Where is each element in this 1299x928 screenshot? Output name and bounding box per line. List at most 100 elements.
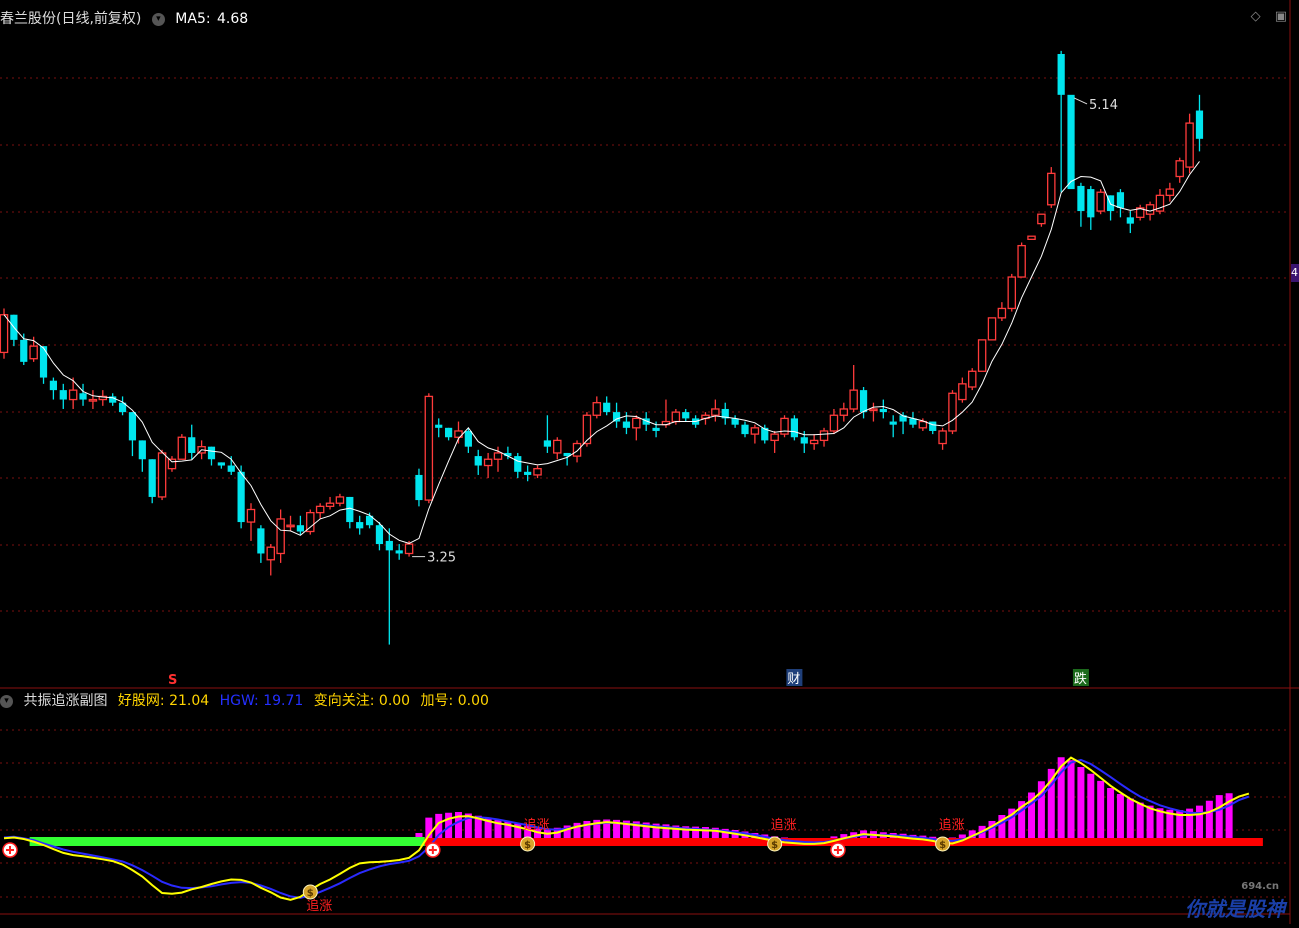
candle-body-44	[435, 424, 443, 428]
candle-55	[543, 415, 551, 453]
candle-body-36	[356, 522, 364, 529]
candle-60	[592, 396, 602, 419]
candle-30	[296, 515, 304, 535]
candle-body-97	[958, 383, 967, 401]
candle-body-49	[483, 458, 493, 467]
histogram-bar-112	[1107, 788, 1115, 842]
candle-57	[563, 452, 571, 466]
candle-body-72	[711, 408, 720, 416]
candle-body-86	[849, 389, 858, 410]
candle-26	[257, 525, 265, 563]
candle-54	[533, 465, 542, 479]
candle-113	[1116, 189, 1125, 218]
candle-18	[177, 434, 187, 460]
watermark-text: 你就是股神	[1185, 897, 1285, 921]
sub-item-1-value: 19.71	[263, 693, 304, 709]
candle-117	[1155, 189, 1165, 215]
candle-body-43	[424, 395, 434, 501]
candle-84	[829, 408, 839, 435]
candle-body-53	[524, 471, 532, 475]
candle-body-69	[682, 412, 690, 419]
candle-body-25	[246, 508, 256, 523]
candle-10	[98, 390, 108, 406]
candle-96	[948, 390, 957, 435]
candle-13	[128, 412, 137, 457]
candle-56	[553, 437, 562, 460]
candle-78	[770, 430, 779, 453]
candle-82	[809, 434, 819, 450]
candle-body-7	[68, 389, 78, 401]
candle-72	[711, 399, 720, 422]
candle-body-101	[997, 307, 1007, 319]
side-price-tag: 4	[1291, 264, 1299, 282]
diamond-icon[interactable]: ◇	[1251, 9, 1261, 24]
watermark-logo: 694.cn 你就是股神	[1185, 881, 1285, 922]
candle-body-87	[859, 390, 868, 413]
candle-7	[68, 377, 78, 409]
candle-body-68	[671, 411, 681, 423]
sub-item-1-label: HGW:	[219, 693, 259, 709]
candle-body-76	[750, 427, 760, 435]
candle-body-54	[533, 468, 542, 476]
candle-90	[889, 415, 897, 438]
candle-98	[967, 368, 977, 391]
candle-body-63	[622, 421, 631, 428]
candle-body-90	[889, 421, 897, 425]
moneybag-symbol-2: $	[771, 840, 778, 851]
histogram-bar-121	[1195, 805, 1203, 842]
candle-body-84	[829, 414, 839, 432]
candle-body-103	[1017, 244, 1026, 278]
chart-canvas[interactable]: 5.143.25S 财跌$追涨$追涨$追涨$追涨	[0, 0, 1299, 924]
moneybag-symbol-1: $	[524, 840, 531, 851]
sub-item-0-value: 21.04	[169, 693, 210, 709]
candle-body-6	[59, 390, 67, 400]
sub-item-3: 加号: 0.00	[421, 693, 489, 709]
candle-body-21	[207, 446, 216, 460]
candle-33	[325, 496, 335, 510]
candle-17	[167, 456, 177, 472]
candle-79	[780, 415, 789, 438]
window-controls: ◇ ▣	[1241, 9, 1287, 24]
candle-body-13	[128, 412, 137, 441]
moneybag-symbol-0: $	[307, 888, 314, 899]
candle-body-52	[514, 456, 522, 472]
candle-body-0	[0, 314, 9, 354]
ma5-value: 4.68	[217, 11, 249, 27]
sub-item-2: 变向关注: 0.00	[314, 693, 410, 709]
candle-9	[88, 390, 98, 409]
signal-label-1: 追涨	[524, 817, 550, 833]
candle-body-47	[464, 430, 472, 447]
stock-title: 春兰股份(日线,前复权)	[0, 11, 142, 27]
candle-21	[207, 446, 216, 466]
sub-chart-header: ▾ 共振追涨副图 好股网: 21.04 HGW: 19.71 变向关注: 0.0…	[0, 690, 495, 710]
candle-43	[424, 393, 434, 504]
candle-body-75	[741, 424, 749, 435]
candle-body-8	[79, 393, 87, 400]
sub-toggle-icon[interactable]: ▾	[0, 694, 13, 708]
candle-body-116	[1145, 204, 1155, 215]
candle-14	[138, 440, 146, 472]
sub-item-2-value: 0.00	[378, 693, 411, 709]
candle-body-100	[987, 317, 997, 341]
candle-27	[266, 544, 276, 576]
candle-121	[1195, 94, 1204, 152]
candle-22	[217, 462, 225, 469]
ma-toggle-icon[interactable]: ▾	[151, 12, 165, 26]
candle-body-118	[1165, 188, 1175, 197]
candle-body-102	[1007, 276, 1017, 310]
candle-95	[938, 427, 947, 450]
candle-body-34	[335, 496, 345, 504]
sub-item-0: 好股网: 21.04	[118, 693, 209, 709]
candle-body-80	[790, 418, 798, 438]
candle-body-26	[257, 528, 265, 554]
candle-body-3	[29, 345, 38, 360]
candle-body-50	[493, 452, 503, 460]
candle-42	[415, 468, 423, 507]
candle-34	[335, 493, 345, 507]
candle-83	[819, 427, 829, 447]
chart-stage[interactable]: 5.14 3.25 S 财跌 $ 追涨 $ 追涨 $ 追涨 $ 追涨 春兰股份(日线,前复权) ▾ M…	[0, 0, 1299, 924]
window-icon[interactable]: ▣	[1275, 9, 1287, 24]
candle-body-66	[652, 427, 660, 431]
candle-body-106	[1047, 172, 1056, 206]
candle-35	[346, 496, 354, 529]
